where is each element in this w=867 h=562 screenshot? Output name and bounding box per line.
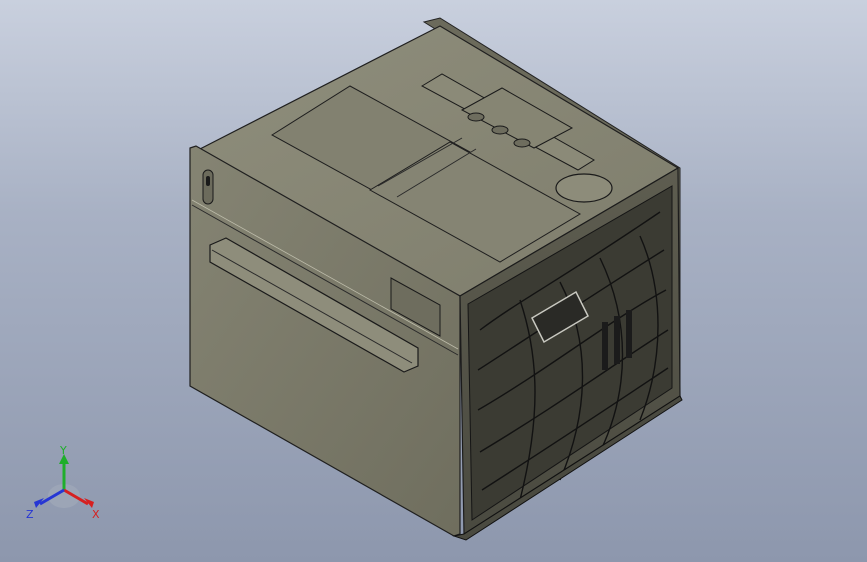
control-indicator[interactable]	[202, 169, 214, 205]
triad-y-label: Y	[59, 446, 67, 457]
orientation-triad[interactable]: Y X Z	[22, 446, 108, 526]
cad-viewport[interactable]: Y X Z	[0, 0, 867, 562]
triad-z-label: Z	[26, 508, 34, 521]
triad-x-label: X	[92, 508, 100, 521]
oven-3d-model[interactable]	[0, 0, 867, 562]
